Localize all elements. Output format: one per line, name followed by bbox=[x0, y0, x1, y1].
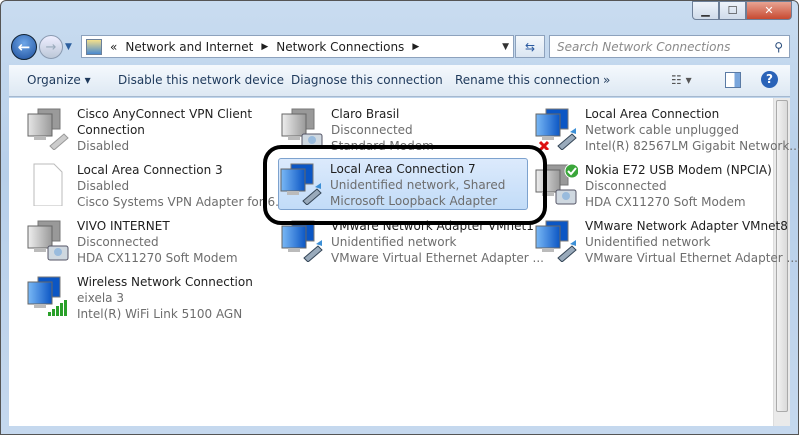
back-button[interactable]: ← bbox=[11, 34, 37, 60]
breadcrumb-chevron-icon[interactable]: ▶ bbox=[412, 42, 419, 52]
blank-icon bbox=[26, 162, 70, 207]
modem-icon bbox=[26, 218, 70, 262]
connection-name: Local Area Connection 3 bbox=[77, 163, 223, 177]
network-folder-icon bbox=[86, 38, 102, 55]
connection-device: Intel(R) WiFi Link 5100 AGN bbox=[77, 307, 243, 321]
connection-status: Unidentified network bbox=[585, 235, 711, 249]
connection-status: eixela 3 bbox=[77, 291, 124, 305]
connection-status: Disconnected bbox=[331, 123, 413, 137]
connection-item[interactable]: Local Area Connection 3 Disabled Cisco Sys… bbox=[26, 160, 287, 212]
maximize-button[interactable]: ☐ bbox=[719, 1, 746, 20]
diagnose-button[interactable]: Diagnose this connection bbox=[291, 73, 443, 87]
breadcrumb-network-and-internet[interactable]: Network and Internet bbox=[125, 40, 253, 54]
ethernet-icon bbox=[534, 218, 578, 263]
connection-device: HDA CX11270 Soft Modem bbox=[585, 195, 746, 209]
help-icon[interactable]: ? bbox=[761, 71, 778, 88]
connection-status: Disconnected bbox=[585, 179, 667, 193]
connection-device: VMware Virtual Ethernet Adapter ... bbox=[331, 251, 544, 265]
connection-name: Claro Brasil bbox=[331, 107, 400, 121]
change-view-icon[interactable]: ☷ ▾ bbox=[671, 73, 692, 87]
search-input[interactable]: Search Network Connections ⚲ bbox=[549, 35, 790, 58]
wireless-icon bbox=[26, 274, 70, 318]
connection-status: Network cable unplugged bbox=[585, 123, 740, 137]
search-icon[interactable]: ⚲ bbox=[774, 40, 783, 54]
connection-name: Cisco AnyConnect VPN Client Connection bbox=[77, 107, 253, 137]
preview-pane-icon[interactable] bbox=[725, 72, 741, 88]
connection-device: Cisco Systems VPN Adapter for 6... bbox=[77, 195, 287, 209]
annotation-highlight-circle bbox=[263, 145, 547, 225]
connection-device: HDA CX11270 Soft Modem bbox=[77, 251, 238, 265]
close-button[interactable]: ✕ bbox=[746, 1, 792, 20]
rename-button[interactable]: Rename this connection bbox=[455, 73, 600, 87]
command-bar: Organize ▾ Disable this network device D… bbox=[9, 65, 790, 97]
connection-status: Disconnected bbox=[77, 235, 159, 249]
search-placeholder: Search Network Connections bbox=[557, 39, 731, 54]
connection-name: VIVO INTERNET bbox=[77, 219, 170, 233]
ethernet-unplugged-icon bbox=[534, 106, 578, 152]
connection-item[interactable]: VMware Network Adapter VMnet8 Unidentifie… bbox=[534, 216, 798, 268]
breadcrumb-overflow[interactable]: « bbox=[110, 40, 117, 54]
minimize-button[interactable]: ▁ bbox=[692, 1, 719, 20]
forward-button[interactable]: → bbox=[39, 35, 63, 59]
breadcrumb-chevron-icon[interactable]: ▶ bbox=[261, 42, 268, 52]
connection-item[interactable]: Local Area Connection Network cable unplu… bbox=[534, 104, 799, 156]
connection-name: VMware Network Adapter VMnet8 bbox=[585, 219, 788, 233]
connection-item[interactable]: Nokia E72 USB Modem (NPCIA) Disconnected H… bbox=[534, 160, 784, 212]
connection-name: Local Area Connection bbox=[585, 107, 720, 121]
address-bar[interactable]: « Network and Internet ▶ Network Connect… bbox=[81, 35, 514, 58]
more-commands-button[interactable]: » bbox=[603, 73, 610, 87]
network-disabled-icon bbox=[26, 106, 70, 151]
modem-icon bbox=[280, 106, 324, 150]
connection-item[interactable]: VIVO INTERNET Disconnected HDA CX11270 Sof… bbox=[26, 216, 276, 268]
organize-button[interactable]: Organize ▾ bbox=[27, 73, 91, 87]
breadcrumb-network-connections[interactable]: Network Connections bbox=[276, 40, 404, 54]
connection-status: Unidentified network bbox=[331, 235, 457, 249]
connection-item[interactable]: Wireless Network Connection eixela 3 Intel… bbox=[26, 272, 276, 324]
refresh-button[interactable]: ⇆ bbox=[515, 35, 545, 58]
connection-device: VMware Virtual Ethernet Adapter ... bbox=[585, 251, 798, 265]
connection-item[interactable]: Cisco AnyConnect VPN Client Connection Di… bbox=[26, 104, 276, 156]
connection-name: Nokia E72 USB Modem (NPCIA) bbox=[585, 163, 772, 177]
connection-device: Intel(R) 82567LM Gigabit Network... bbox=[585, 139, 799, 153]
address-dropdown-icon[interactable]: ▼ bbox=[502, 42, 509, 52]
connection-status: Disabled bbox=[77, 179, 130, 193]
connection-status: Disabled bbox=[77, 139, 130, 153]
connection-name: Wireless Network Connection bbox=[77, 275, 253, 289]
recent-pages-dropdown[interactable]: ▼ bbox=[65, 42, 72, 52]
disable-device-button[interactable]: Disable this network device bbox=[118, 73, 284, 87]
